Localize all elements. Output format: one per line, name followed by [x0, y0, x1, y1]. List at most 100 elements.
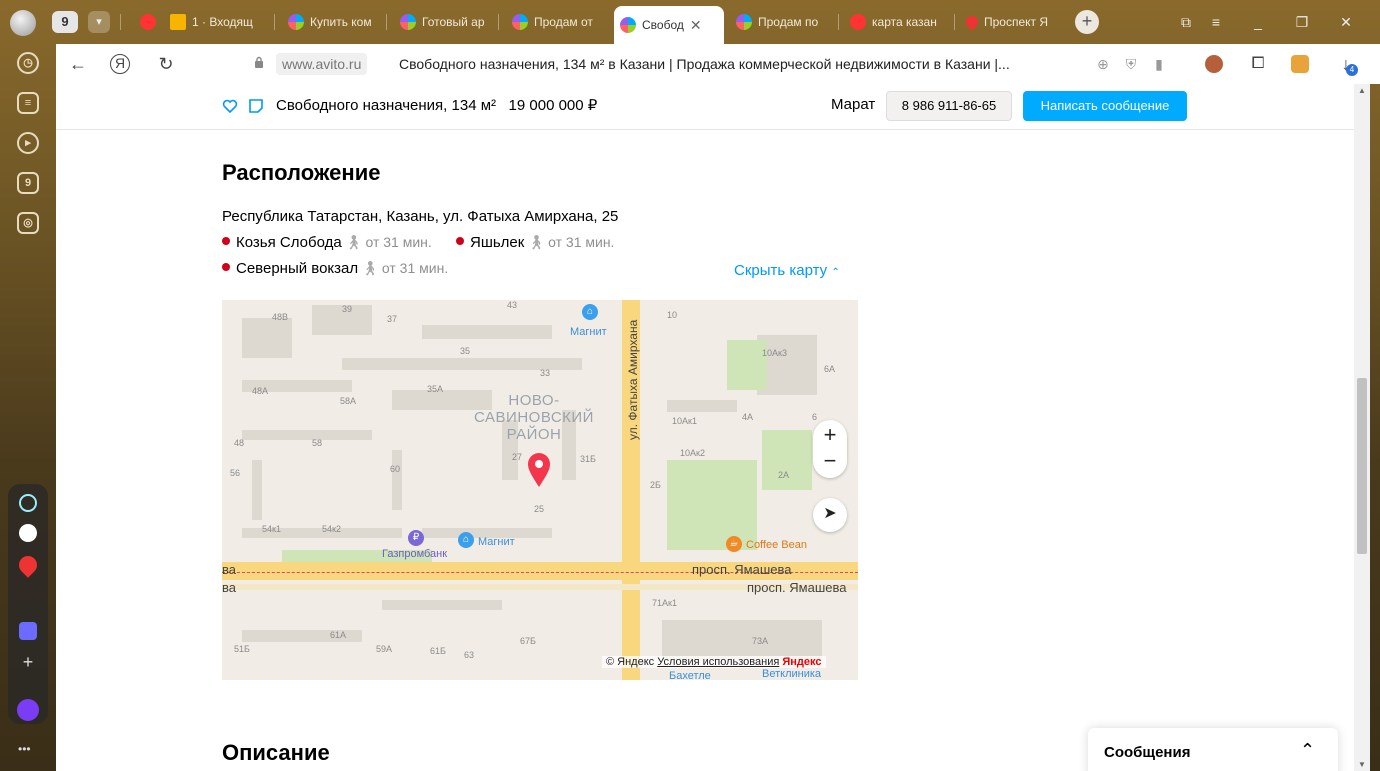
yandex-home-icon[interactable]: Я: [110, 54, 130, 74]
tab-separator: [120, 14, 121, 30]
restore-icon[interactable]: ❐: [1288, 10, 1316, 34]
tab-yandex[interactable]: [134, 8, 160, 36]
geolocation-button[interactable]: ➤: [813, 498, 847, 532]
translate-icon[interactable]: ⊕: [1091, 52, 1115, 76]
scroll-up-arrow-icon[interactable]: ▲: [1358, 86, 1366, 95]
building: [662, 620, 822, 660]
house-number-label: 27: [512, 452, 523, 462]
url-page-title[interactable]: Свободного назначения, 134 м² в Казани |…: [399, 53, 1010, 75]
note-icon[interactable]: [248, 98, 264, 114]
bank-icon[interactable]: ₽: [408, 530, 424, 546]
building: [392, 450, 402, 510]
notes-icon[interactable]: ≡: [17, 92, 39, 114]
house-number-label: 60: [390, 464, 401, 474]
tab-separator: [954, 14, 955, 30]
extension-icon[interactable]: [1202, 52, 1226, 76]
play-icon[interactable]: ▸: [17, 132, 39, 154]
location-heading: Расположение: [222, 160, 381, 185]
messenger-icon[interactable]: [19, 622, 37, 640]
write-message-button[interactable]: Написать сообщение: [1023, 91, 1187, 121]
tab-label: Купить ком: [310, 15, 372, 29]
walk-icon: 🚶︎: [361, 260, 379, 276]
alice-assistant-icon[interactable]: [17, 699, 39, 721]
park: [762, 430, 812, 490]
street-label: просп. Ямашева: [692, 562, 792, 577]
house-number-label: 6А: [824, 364, 836, 374]
back-icon[interactable]: ←: [66, 52, 90, 76]
tab-avito-ready[interactable]: Готовый ар: [394, 8, 494, 36]
poi-label: Coffee Bean: [746, 539, 807, 551]
zoom-out-button[interactable]: −: [813, 450, 847, 476]
menu-icon[interactable]: ≡: [1202, 10, 1230, 34]
tab-active[interactable]: Свобод ✕: [614, 6, 724, 44]
location-map[interactable]: 48В 39 37 43 10 35 10Ак3 6А 33 48А 58А 35А 10Ак1 4А 6 4…: [222, 300, 858, 680]
page-scrollbar[interactable]: ▲ ▼: [1354, 84, 1370, 771]
zoom-in-button[interactable]: +: [813, 422, 847, 448]
collections-icon[interactable]: ⧠: [1246, 52, 1270, 76]
history-icon[interactable]: ◷: [17, 52, 39, 74]
new-tab-button[interactable]: +: [1075, 10, 1099, 34]
cafe-icon[interactable]: ☕︎: [726, 536, 742, 552]
tab-count-button[interactable]: 9: [52, 11, 78, 33]
close-window-icon[interactable]: ✕: [1332, 10, 1360, 34]
tab-maps[interactable]: Проспект Я: [960, 8, 1064, 36]
reload-icon[interactable]: ↻: [154, 52, 178, 76]
poi-label: Газпромбанк: [382, 548, 448, 560]
tab-yandex-map[interactable]: карта казан: [844, 8, 950, 36]
scroll-down-arrow-icon[interactable]: ▼: [1358, 760, 1366, 769]
seller-name[interactable]: Марат: [831, 96, 875, 113]
compass-icon[interactable]: [19, 524, 37, 542]
address-bar: ← Я ↻ www.avito.ru Свободного назначения…: [56, 44, 1380, 84]
show-phone-button[interactable]: 8 986 911-86-65: [886, 91, 1012, 121]
tab-avito-sell-2[interactable]: Продам по: [730, 8, 834, 36]
attribution-text: © Яндекс: [606, 656, 655, 668]
page-viewport: Свободного назначения, 134 м² 19 000 000…: [56, 84, 1354, 771]
house-number-label: 61Б: [430, 646, 446, 656]
avito-icon: [288, 14, 304, 30]
more-icon[interactable]: •••: [18, 742, 31, 756]
poi-label: Бахетле: [669, 670, 711, 680]
bookmark-icon[interactable]: ▮: [1147, 52, 1171, 76]
tab-avito-buy[interactable]: Купить ком: [282, 8, 382, 36]
downloads-icon[interactable]: ↓ 4: [1334, 52, 1358, 76]
add-icon[interactable]: +: [19, 653, 37, 672]
minimize-icon[interactable]: _: [1244, 10, 1272, 34]
zoom-control: + −: [813, 420, 847, 478]
scrollbar-thumb[interactable]: [1357, 378, 1367, 554]
tab-label: Продам от: [534, 15, 593, 29]
tabs-count-icon[interactable]: 9: [17, 172, 39, 194]
favorite-heart-icon[interactable]: [222, 98, 238, 114]
messages-widget[interactable]: Сообщения ⌃: [1088, 728, 1338, 771]
yandex-logo[interactable]: Яндекс: [782, 656, 821, 668]
terms-link[interactable]: Условия использования: [657, 656, 779, 668]
bookmarks-icon[interactable]: ⧉: [1172, 10, 1200, 34]
alice-icon[interactable]: [19, 494, 37, 512]
screenshot-icon[interactable]: ◎: [17, 212, 39, 234]
walk-icon: 🚶︎: [344, 234, 363, 250]
extension-icon[interactable]: [1288, 52, 1312, 76]
tab-mail[interactable]: 1 · Входящ: [164, 8, 270, 36]
maps-pin-icon: [963, 13, 981, 31]
building: [382, 600, 502, 610]
house-number-label: 59А: [376, 644, 393, 654]
maps-pin-icon[interactable]: [15, 552, 41, 578]
tab-avito-sell[interactable]: Продам от: [506, 8, 606, 36]
house-number-label: 2А: [778, 470, 790, 480]
chevron-up-icon[interactable]: ⌃: [1300, 740, 1315, 761]
shop-icon[interactable]: ⌂: [582, 304, 598, 320]
profile-avatar[interactable]: [10, 10, 36, 36]
chevron-down-icon[interactable]: ▾: [88, 11, 110, 33]
house-number-label: 73А: [752, 636, 769, 646]
protect-icon[interactable]: ⛨: [1119, 52, 1143, 76]
house-number-label: 35А: [427, 384, 444, 394]
house-number-label: 58: [312, 438, 323, 448]
house-number-label: 56: [230, 468, 241, 478]
hide-map-link[interactable]: Скрыть карту ⌃: [734, 262, 840, 279]
street-vertical-label: ул. Фатыха Амирхана: [626, 319, 640, 440]
close-icon[interactable]: ✕: [690, 17, 702, 34]
house-number-label: 35: [460, 346, 471, 356]
url-domain[interactable]: www.avito.ru: [276, 53, 368, 75]
shop-icon[interactable]: ⌂: [458, 532, 474, 548]
house-number-label: 67Б: [520, 636, 536, 646]
tab-separator: [386, 14, 387, 30]
